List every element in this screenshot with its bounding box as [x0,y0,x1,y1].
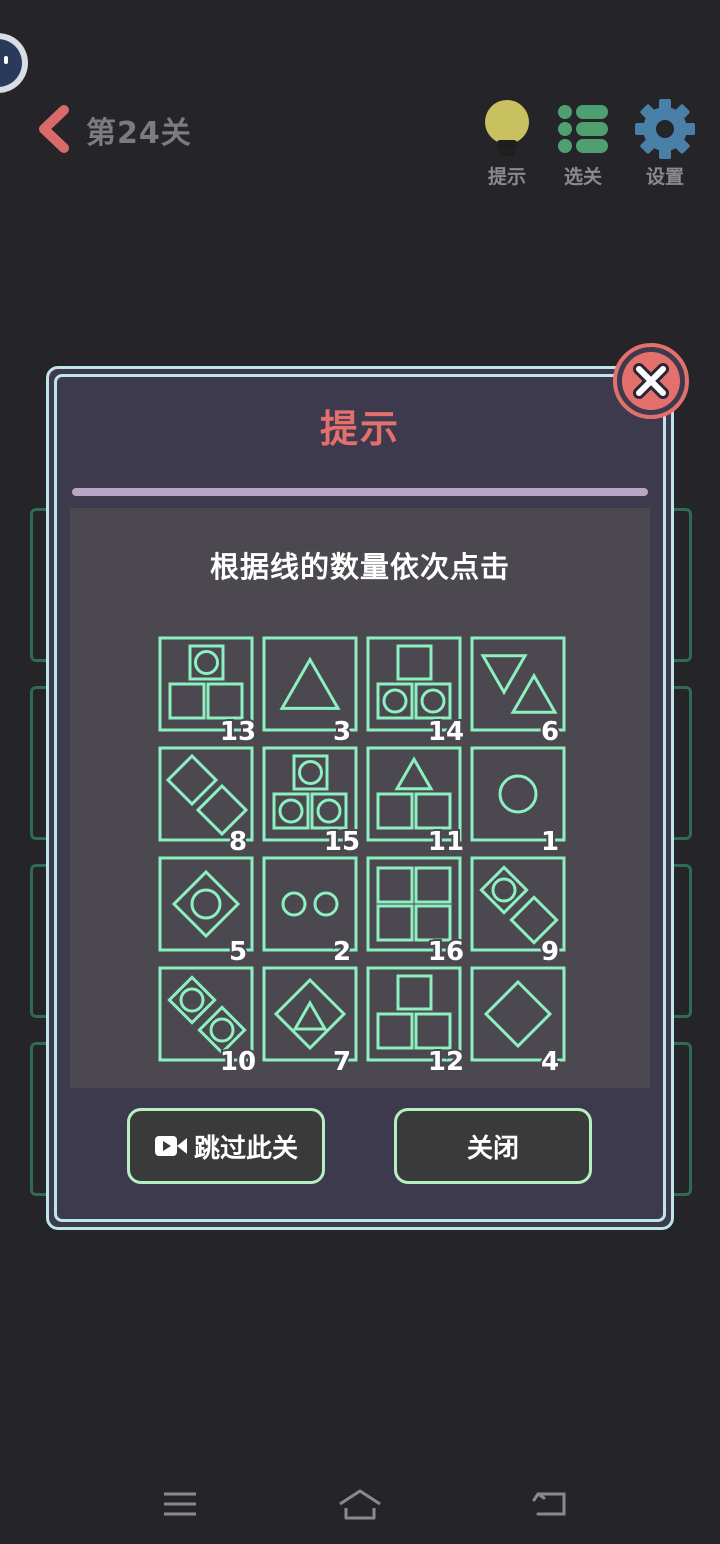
hint-instruction: 根据线的数量依次点击 [209,550,510,584]
hint-tile: 2 [262,856,358,969]
hint-tile: 5 [158,856,254,969]
mascot-icon[interactable] [0,32,32,94]
select-level-tool-label: 选关 [563,166,602,188]
close-button-label: 关闭 [466,1133,519,1164]
tile-shape [376,974,452,1050]
hint-tile: 14 [366,636,466,749]
skip-level-label: 跳过此关 [193,1133,298,1164]
close-button[interactable]: 关闭 [394,1108,592,1184]
tile-number: 7 [333,1047,351,1070]
hint-tile: 8 [158,746,254,859]
tile-number: 13 [220,717,256,747]
tile-shape [171,869,241,939]
hint-tile: 3 [262,636,358,749]
tile-shape [167,975,247,1055]
dialog-divider [72,488,648,496]
hint-tile: 6 [470,636,566,749]
skip-level-button[interactable]: 跳过此关 [127,1108,325,1184]
tile-shape [376,644,452,720]
tile-number: 12 [428,1047,464,1070]
settings-tool-label: 设置 [645,166,684,188]
hint-tile: 1 [470,746,566,859]
tile-number: 6 [541,717,559,747]
tile-number: 4 [541,1047,559,1070]
tile-number: 8 [229,827,247,857]
tile-shape [376,866,452,942]
tile-number: 10 [220,1047,256,1070]
hint-tile-grid: 13 3 14 68 15 11 15 2 16 910 7 12 4 [158,636,566,1070]
tile-number: 15 [324,827,360,857]
settings-tool-button[interactable]: 设置 [625,98,705,189]
tile-number: 3 [333,717,351,747]
hint-tile: 13 [158,636,258,749]
tile-number: 5 [229,937,247,967]
home-icon[interactable] [336,1486,384,1522]
hint-tile: 15 [262,746,362,859]
hint-tool-label: 提示 [487,166,526,188]
tile-shape [273,977,347,1051]
tile-shape [483,979,553,1049]
gear-icon [635,99,695,159]
hint-tile: 16 [366,856,466,969]
select-level-tool-button[interactable]: 选关 [543,98,623,189]
hint-tile: 11 [366,746,466,859]
system-nav-bar [0,1470,720,1540]
tile-number: 14 [428,717,464,747]
tile-number: 2 [333,937,351,967]
list-icon [558,105,608,153]
tile-shape [376,756,452,830]
tile-shape [165,753,249,837]
hint-tool-button[interactable]: 提示 [467,98,547,189]
level-title: 第24关 [86,116,192,151]
hint-tile: 7 [262,966,358,1070]
hint-tile: 12 [366,966,466,1070]
back-nav-icon[interactable] [530,1486,570,1522]
lightbulb-icon [485,100,529,156]
tile-number: 1 [541,827,559,857]
back-arrow-icon[interactable] [34,104,74,154]
tile-shape [272,754,348,830]
tile-shape [498,774,538,814]
hint-tile: 4 [470,966,566,1070]
tile-number: 16 [428,937,464,967]
tile-shape [279,656,341,710]
tile-shape [480,654,558,714]
video-icon [154,1136,187,1156]
tile-shape [479,865,559,945]
tile-shape [281,891,339,917]
menu-icon[interactable] [160,1486,200,1522]
tile-number: 11 [428,827,464,857]
tile-shape [168,644,244,720]
hint-tile: 10 [158,966,258,1070]
tile-number: 9 [541,937,559,967]
close-x-icon[interactable] [612,342,690,420]
hint-tile: 9 [470,856,566,969]
